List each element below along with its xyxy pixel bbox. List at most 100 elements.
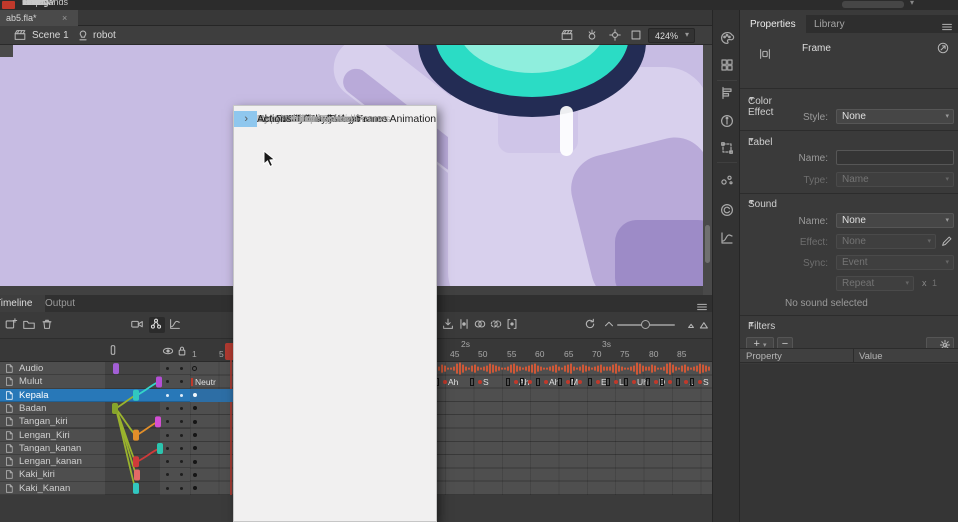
frame-span-end-marker[interactable] (588, 378, 592, 386)
frame-span-end-marker[interactable] (520, 378, 524, 386)
new-layer-icon[interactable] (4, 317, 20, 333)
frame-type-icon (758, 47, 776, 65)
loop-icon[interactable] (583, 317, 599, 333)
frame-span-end-marker[interactable] (536, 378, 540, 386)
account-label[interactable] (842, 1, 904, 8)
frame-span-end-marker[interactable] (470, 378, 474, 386)
frame1-cell-kaki-kiri[interactable] (190, 468, 233, 481)
breadcrumb-scene[interactable]: Scene 1 (32, 30, 69, 41)
info-icon[interactable] (719, 113, 735, 129)
frame1-cell-audio[interactable] (190, 362, 233, 375)
keyframe-dot[interactable] (698, 380, 702, 384)
tab-output[interactable]: Output (45, 298, 75, 309)
keyframe-dot[interactable] (443, 380, 447, 384)
keyframe-dot[interactable] (514, 380, 518, 384)
keyframe-dot[interactable] (654, 380, 658, 384)
frame1-cell-tangan-kiri[interactable] (190, 415, 233, 428)
edit-scene-icon[interactable] (560, 28, 575, 43)
onion-skin-outline-icon[interactable] (489, 317, 505, 333)
label-name-input[interactable] (836, 150, 954, 165)
frame-span-end-marker[interactable] (690, 378, 694, 386)
frame-span-end-marker[interactable] (506, 378, 510, 386)
frame1-cell-kaki-kanan[interactable] (190, 482, 233, 495)
parenting-column-icon[interactable] (106, 343, 120, 357)
repeat-count[interactable]: 1 (932, 278, 937, 288)
frame-span-end-marker[interactable] (606, 378, 610, 386)
frame-span-end-marker[interactable] (558, 378, 562, 386)
tab-timeline[interactable]: Timeline (0, 295, 45, 312)
tab-properties[interactable]: Properties (740, 15, 806, 33)
menubar-item-help[interactable]: Help (22, 0, 41, 7)
frame-span-end-marker[interactable] (624, 378, 628, 386)
frame1-cell-lengan-kanan[interactable] (190, 455, 233, 468)
align-icon[interactable] (719, 85, 735, 101)
cc-libraries-icon[interactable] (719, 202, 735, 218)
onion-skin-icon[interactable] (473, 317, 489, 333)
timeline-panel-menu-icon[interactable] (695, 300, 709, 310)
color-palette-icon[interactable] (719, 30, 735, 46)
properties-panel-menu-icon[interactable] (940, 20, 954, 30)
zoom-in-frames-icon[interactable] (696, 317, 712, 333)
account-chevron-down-icon[interactable]: ▾ (910, 0, 914, 7)
document-tab[interactable]: ab5.fla* × (0, 10, 78, 26)
frame1-cell-kepala[interactable] (190, 389, 233, 402)
filters-empty-area (740, 364, 958, 522)
edit-sound-pencil-icon[interactable] (940, 234, 954, 248)
frame-span-end-marker[interactable] (676, 378, 680, 386)
frame1-cell-tangan-kanan[interactable] (190, 442, 233, 455)
frame-span-end-marker[interactable] (660, 378, 664, 386)
swatches-icon[interactable] (719, 57, 735, 73)
sound-name-dropdown[interactable]: None▾ (836, 213, 954, 228)
clip-content-icon[interactable] (629, 28, 644, 43)
menu-item-actions[interactable]: Actions (234, 111, 257, 127)
sound-sync-dropdown[interactable]: Event▾ (836, 255, 954, 270)
tab-library[interactable]: Library (804, 15, 855, 33)
motion-editor-icon[interactable] (719, 230, 735, 246)
document-tab-close-icon[interactable]: × (62, 13, 67, 23)
quick-share-icon[interactable] (936, 41, 951, 56)
export-frames-icon[interactable] (441, 317, 457, 333)
timeline-zoom-slider-knob[interactable] (641, 320, 650, 329)
collapse-icon[interactable] (602, 317, 618, 333)
sound-effect-dropdown[interactable]: None▾ (836, 234, 936, 249)
frame1-cell-mulut[interactable]: Neutr (190, 375, 233, 388)
layer-name: Lengan_kanan (19, 456, 82, 467)
breadcrumb-symbol[interactable]: robot (93, 30, 116, 41)
keyframe-dot[interactable] (544, 380, 548, 384)
scene-clapboard-icon[interactable] (13, 28, 28, 43)
frame-span-end-marker[interactable] (646, 378, 650, 386)
camera-icon[interactable] (130, 317, 146, 333)
keyframe-dot[interactable] (478, 380, 482, 384)
visibility-column-eye-icon[interactable] (161, 344, 175, 358)
edit-symbols-icon[interactable] (585, 28, 600, 43)
layer-name: Lengan_Kiri (19, 430, 70, 441)
new-folder-icon[interactable] (22, 317, 38, 333)
keyframe-dot[interactable] (632, 380, 636, 384)
label-type-dropdown[interactable]: Name▾ (836, 172, 954, 187)
keyframe-dot[interactable] (528, 380, 532, 384)
keyframe-dot[interactable] (578, 380, 582, 384)
brush-library-icon[interactable] (719, 172, 735, 188)
marker-range-icon[interactable] (457, 317, 473, 333)
keyframe-dot[interactable] (596, 380, 600, 384)
lock-column-icon[interactable] (175, 344, 189, 358)
column-value: Value (859, 351, 883, 362)
zoom-level-dropdown[interactable]: 424% ▾ (648, 28, 695, 43)
parenting-view-icon[interactable] (149, 317, 165, 333)
frame1-column[interactable]: Neutr (190, 362, 233, 495)
frame-span-end-marker[interactable] (570, 378, 574, 386)
frame1-cell-lengan-kiri[interactable] (190, 429, 233, 442)
transform-icon[interactable] (719, 140, 735, 156)
edit-multiple-frames-icon[interactable] (505, 317, 521, 333)
stage-vertical-scrollbar[interactable] (703, 45, 712, 295)
delete-icon[interactable] (40, 317, 56, 333)
advanced-graph-icon[interactable] (168, 317, 184, 333)
sound-repeat-dropdown[interactable]: Repeat▾ (836, 276, 914, 291)
center-stage-icon[interactable] (608, 28, 623, 43)
keyframe-dot[interactable] (668, 380, 672, 384)
keyframe-dot[interactable] (614, 380, 618, 384)
app-logo-icon[interactable] (2, 1, 15, 9)
keyframe-dot[interactable] (684, 380, 688, 384)
frame1-cell-badan[interactable] (190, 402, 233, 415)
style-dropdown[interactable]: None▾ (836, 109, 954, 124)
